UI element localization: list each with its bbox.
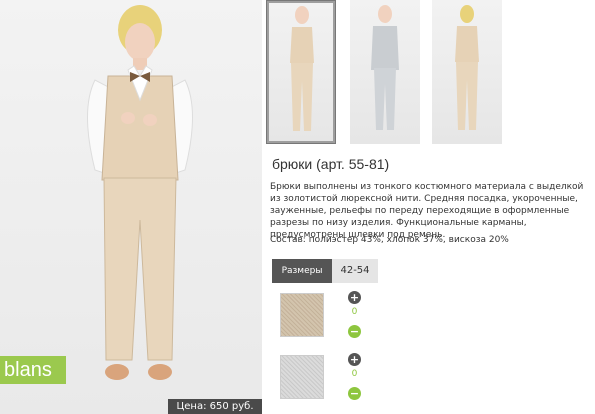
plus-icon[interactable]: + (348, 353, 361, 366)
quantity-stepper: + 0 − (348, 353, 364, 401)
thumbnail-front-grey[interactable] (350, 0, 420, 144)
main-product-photo: blans Цена: 650 руб. (0, 0, 262, 414)
sizes-label: Размеры (272, 259, 332, 283)
size-table-header: Размеры 42-54 (272, 259, 378, 283)
price-label: Цена: 650 руб. (168, 399, 262, 414)
product-description: Брюки выполнены из тонкого костюмного ма… (270, 182, 584, 240)
thumbnail-front-beige[interactable] (266, 0, 336, 144)
minus-icon[interactable]: − (348, 387, 361, 400)
sizes-value: 42-54 (332, 259, 378, 283)
color-row-beige: + 0 − (272, 285, 378, 345)
brand-logo: blans (0, 356, 66, 384)
grey-fabric-swatch (280, 355, 324, 399)
quantity-value: 0 (351, 369, 358, 379)
minus-icon[interactable]: − (348, 325, 361, 338)
product-title: брюки (арт. 55-81) (272, 156, 390, 172)
beige-fabric-swatch (280, 293, 324, 337)
model-illustration (87, 5, 193, 380)
thumbnail-back-beige[interactable] (432, 0, 502, 144)
plus-icon[interactable]: + (348, 291, 361, 304)
color-row-grey: + 0 − (272, 347, 378, 407)
product-composition: Состав: полиэстер 43%, хлопок 37%, виско… (270, 235, 509, 245)
quantity-stepper: + 0 − (348, 291, 364, 339)
quantity-value: 0 (351, 307, 358, 317)
